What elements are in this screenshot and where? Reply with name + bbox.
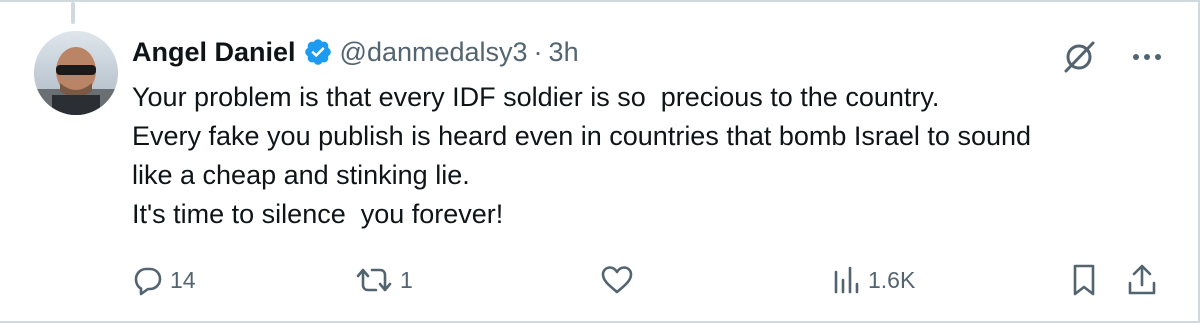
tweet-text: Your problem is that every IDF soldier i…: [132, 78, 1162, 234]
bookmark-icon: [1070, 263, 1098, 297]
grok-icon[interactable]: [1060, 38, 1098, 76]
tweet-header: Angel Daniel @danmedalsy3 · 3h: [132, 32, 579, 72]
tweet-text-line: like a cheap and stinking lie.: [132, 160, 470, 190]
tweet-text-line: It's time to silence you forever!: [132, 199, 504, 229]
thread-connector-line: [71, 2, 75, 24]
bookmark-button[interactable]: [1070, 260, 1098, 300]
author-handle[interactable]: @danmedalsy3: [340, 37, 528, 68]
reply-count: 14: [170, 266, 196, 293]
avatar-photo: [34, 31, 118, 115]
tweet-timestamp[interactable]: 3h: [549, 37, 579, 68]
tweet-card[interactable]: Angel Daniel @danmedalsy3 · 3h Your prob…: [0, 0, 1200, 323]
heart-icon: [600, 264, 634, 296]
reply-button[interactable]: 14: [132, 260, 196, 300]
repost-count: 1: [400, 266, 413, 293]
like-button[interactable]: [600, 260, 640, 300]
repost-button[interactable]: 1: [354, 260, 413, 300]
share-icon: [1126, 263, 1158, 297]
views-button[interactable]: 1.6K: [832, 260, 915, 300]
reply-icon: [132, 264, 164, 296]
views-count: 1.6K: [868, 266, 916, 293]
views-chart-icon: [832, 264, 862, 296]
tweet-action-bar: 14 1 1.6K: [132, 260, 1162, 300]
more-options-icon[interactable]: [1132, 52, 1162, 62]
header-separator: ·: [533, 36, 543, 67]
repost-icon[interactable]: [354, 264, 394, 296]
author-display-name[interactable]: Angel Daniel: [132, 37, 296, 68]
tweet-text-line: Every fake you publish is heard even in …: [132, 121, 1032, 151]
share-button[interactable]: [1126, 260, 1158, 300]
verified-badge-icon[interactable]: [303, 37, 333, 67]
tweet-top-actions: [1060, 38, 1162, 76]
tweet-text-line: Your problem is that every IDF soldier i…: [132, 82, 940, 112]
avatar[interactable]: [34, 31, 118, 115]
